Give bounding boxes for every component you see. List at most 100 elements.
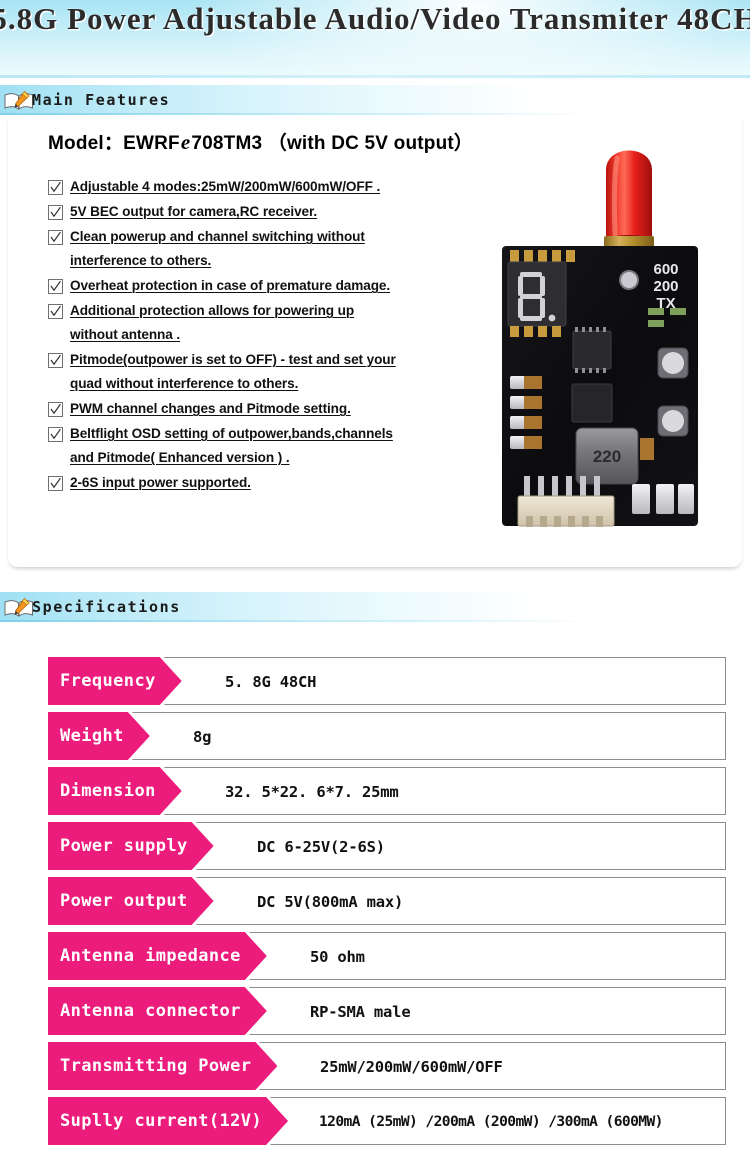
feature-text: Adjustable 4 modes:25mW/200mW/600mW/OFF … — [70, 175, 468, 199]
feature-list: Adjustable 4 modes:25mW/200mW/600mW/OFF … — [48, 175, 468, 496]
spec-label: Frequency — [48, 657, 182, 705]
spec-value: 25mW/200mW/600mW/OFF — [320, 1058, 503, 1076]
checkmark-icon — [48, 353, 63, 368]
feature-text: Clean powerup and channel switching with… — [70, 225, 468, 273]
product-photo: 600 200 TX 220 — [480, 128, 730, 543]
spec-row: Antenna impedance 50 ohm — [0, 930, 750, 984]
spec-label: Power supply — [48, 822, 214, 870]
feature-line: interference to others. — [70, 253, 212, 268]
spec-value-panel: 50 ohm — [249, 932, 726, 980]
model-line: Model：EWRFe708TM3 （with DC 5V output） — [48, 128, 473, 155]
spec-row: Transmitting Power 25mW/200mW/600mW/OFF — [0, 1040, 750, 1094]
inductor-220: 220 — [575, 427, 639, 485]
model-name-a: EWRF — [123, 133, 180, 154]
checkmark-icon — [48, 476, 63, 491]
checkmark-icon — [48, 180, 63, 195]
spec-value: 5. 8G 48CH — [225, 673, 317, 691]
feature-item: PWM channel changes and Pitmode setting. — [48, 397, 468, 421]
spec-label: Suplly current(12V) — [48, 1097, 288, 1145]
spec-value: 120mA (25mW) /200mA (200mW) /300mA (600M… — [319, 1113, 663, 1130]
feature-text: Overheat protection in case of premature… — [70, 274, 468, 298]
feature-item: Overheat protection in case of premature… — [48, 274, 468, 298]
feature-line: PWM channel changes and Pitmode setting. — [70, 401, 351, 416]
section-title-specifications: Specifications — [32, 598, 181, 616]
feature-line: without antenna . — [70, 327, 181, 342]
spec-value-panel: DC 6-25V(2-6S) — [196, 822, 726, 870]
feature-line: Additional protection allows for powerin… — [70, 303, 355, 318]
spec-value-panel: 120mA (25mW) /200mA (200mW) /300mA (600M… — [270, 1097, 726, 1145]
feature-line: Beltflight OSD setting of outpower,bands… — [70, 426, 393, 441]
page-title-banner: 5.8G Power Adjustable Audio/Video Transm… — [0, 0, 750, 78]
book-pen-icon — [4, 597, 34, 619]
feature-item: Adjustable 4 modes:25mW/200mW/600mW/OFF … — [48, 175, 468, 199]
feature-text: Additional protection allows for powerin… — [70, 299, 468, 347]
spec-row: Antenna connector RP-SMA male — [0, 985, 750, 1039]
feature-line: quad without interference to others. — [70, 376, 299, 391]
checkmark-icon — [48, 205, 63, 220]
feature-item: Clean powerup and channel switching with… — [48, 225, 468, 273]
feature-item: Additional protection allows for powerin… — [48, 299, 468, 347]
spec-label: Weight — [48, 712, 150, 760]
spec-row: Power output DC 5V(800mA max) — [0, 875, 750, 929]
checkmark-icon — [48, 427, 63, 442]
section-header-main-features: Main Features — [0, 85, 750, 115]
antenna-cap — [606, 150, 652, 245]
silkscreen-200: 200 — [653, 278, 678, 295]
spec-value: 8g — [193, 728, 212, 746]
checkmark-icon — [48, 304, 63, 319]
feature-text: 2-6S input power supported. — [70, 471, 468, 495]
page-title: 5.8G Power Adjustable Audio/Video Transm… — [0, 1, 750, 36]
feature-line: 5V BEC output for camera,RC receiver. — [70, 204, 318, 219]
feature-line: Pitmode(outpower is set to OFF) - test a… — [70, 352, 396, 367]
spec-row: Dimension 32. 5*22. 6*7. 25mm — [0, 765, 750, 819]
spec-value-panel: 8g — [132, 712, 726, 760]
feature-text: Beltflight OSD setting of outpower,bands… — [70, 422, 468, 470]
pcb-silkscreen: 600 200 TX — [653, 261, 678, 312]
feature-item: Pitmode(outpower is set to OFF) - test a… — [48, 348, 468, 396]
spec-value: DC 6-25V(2-6S) — [257, 838, 385, 856]
seven-segment-display — [507, 261, 567, 337]
spec-row: Frequency 5. 8G 48CH — [0, 655, 750, 709]
spec-value-panel: 25mW/200mW/600mW/OFF — [259, 1042, 726, 1090]
feature-text: 5V BEC output for camera,RC receiver. — [70, 200, 468, 224]
spec-value: DC 5V(800mA max) — [257, 893, 404, 911]
spec-label: Antenna impedance — [48, 932, 267, 980]
section-title-main-features: Main Features — [32, 91, 171, 109]
spec-row: Suplly current(12V) 120mA (25mW) /200mA (… — [0, 1095, 750, 1149]
book-pen-icon — [4, 90, 34, 112]
spec-value-panel: 5. 8G 48CH — [164, 657, 726, 705]
spec-value: 32. 5*22. 6*7. 25mm — [225, 783, 399, 801]
spec-label: Dimension — [48, 767, 182, 815]
feature-text: Pitmode(outpower is set to OFF) - test a… — [70, 348, 468, 396]
feature-item: 2-6S input power supported. — [48, 471, 468, 495]
spec-row: Weight 8g — [0, 710, 750, 764]
model-prefix: Model： — [48, 133, 124, 154]
model-name-b: 708TM3 — [191, 133, 263, 154]
spec-value-panel: RP-SMA male — [249, 987, 726, 1035]
specifications-table: Frequency 5. 8G 48CH Weight 8g Dimension 32. … — [0, 655, 750, 1150]
svg-text:220: 220 — [593, 447, 621, 466]
spec-value: 50 ohm — [310, 948, 365, 966]
feature-line: 2-6S input power supported. — [70, 475, 251, 490]
model-suffix: （with DC 5V output） — [267, 133, 474, 154]
feature-line: Clean powerup and channel switching with… — [70, 229, 365, 244]
checkmark-icon — [48, 279, 63, 294]
spec-value-panel: 32. 5*22. 6*7. 25mm — [164, 767, 726, 815]
spec-label: Antenna connector — [48, 987, 267, 1035]
feature-item: Beltflight OSD setting of outpower,bands… — [48, 422, 468, 470]
feature-text: PWM channel changes and Pitmode setting. — [70, 397, 468, 421]
spec-value: RP-SMA male — [310, 1003, 411, 1021]
checkmark-icon — [48, 402, 63, 417]
spec-value-panel: DC 5V(800mA max) — [196, 877, 726, 925]
feature-item: 5V BEC output for camera,RC receiver. — [48, 200, 468, 224]
checkmark-icon — [48, 230, 63, 245]
spec-row: Power supply DC 6-25V(2-6S) — [0, 820, 750, 874]
model-name-em: e — [180, 130, 191, 154]
feature-line: and Pitmode( Enhanced version ) . — [70, 450, 290, 465]
silkscreen-600: 600 — [653, 261, 678, 278]
feature-line: Adjustable 4 modes:25mW/200mW/600mW/OFF … — [70, 179, 381, 194]
section-header-specifications: Specifications — [0, 592, 750, 622]
spec-label: Power output — [48, 877, 214, 925]
spec-label: Transmitting Power — [48, 1042, 277, 1090]
feature-line: Overheat protection in case of premature… — [70, 278, 391, 293]
